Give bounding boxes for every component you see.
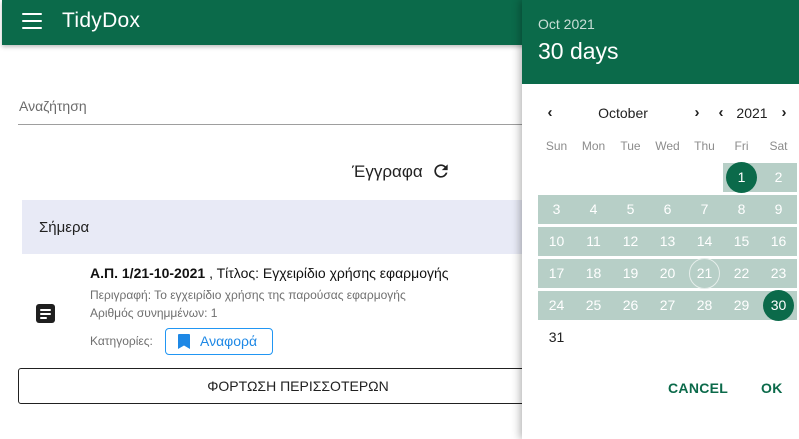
load-more-button[interactable]: ΦΟΡΤΩΣΗ ΠΕΡΙΣΣΟΤΕΡΩΝ [18,368,578,404]
ok-button[interactable]: OK [761,380,783,396]
document-attachments: Αριθμός συνημμένων: 1 [90,306,218,320]
month-label: October [598,105,648,121]
calendar-day[interactable]: 14 [688,227,721,256]
category-chip-label: Αναφορά [200,333,258,349]
documents-title: Έγγραφα [352,162,423,181]
calendar-day[interactable]: 29 [725,291,758,320]
next-month-icon[interactable]: › [691,104,703,121]
bookmark-icon [178,334,190,349]
calendar-day[interactable]: 6 [651,195,684,224]
document-description: Περιγραφή: Το εγχειρίδιο χρήσης της παρο… [90,288,406,302]
calendar-day[interactable]: 7 [688,195,721,224]
category-chip[interactable]: Αναφορά [165,328,273,355]
weekday-label: Thu [694,139,715,153]
calendar-day[interactable]: 2 [762,163,795,192]
weekday-label: Wed [655,139,680,153]
search-underline [18,124,578,125]
range-start-day[interactable]: 1 [726,162,757,193]
calendar-day[interactable]: 31 [540,323,573,352]
calendar-day[interactable]: 27 [651,291,684,320]
calendar-day[interactable]: 15 [725,227,758,256]
calendar-day[interactable]: 4 [577,195,610,224]
calendar-day[interactable]: 10 [540,227,573,256]
weekday-label: Mon [581,139,606,153]
document-title[interactable]: Α.Π. 1/21-10-2021 , Τίτλος: Εγχειρίδιο χ… [90,265,449,281]
date-picker: Oct 2021 30 days ‹ October › ‹ 2021 › Su… [522,0,799,439]
calendar-day[interactable]: 22 [725,259,758,288]
calendar-day[interactable]: 18 [577,259,610,288]
section-today: Σήμερα [22,200,582,254]
app-title: TidyDox [62,9,141,32]
calendar-day[interactable]: 5 [614,195,647,224]
weekday-label: Fri [734,139,749,153]
year-label: 2021 [736,105,768,121]
weekday-label: Sun [545,139,568,153]
prev-month-icon[interactable]: ‹ [544,104,556,121]
weekday-label: Tue [620,139,641,153]
calendar-day[interactable]: 24 [540,291,573,320]
document-title-text: , Τίτλος: Εγχειρίδιο χρήσης εφαρμογής [205,265,449,281]
load-more-label: ΦΟΡΤΩΣΗ ΠΕΡΙΣΣΟΤΕΡΩΝ [207,378,389,394]
prev-year-icon[interactable]: ‹ [715,104,727,121]
document-icon [36,304,55,323]
calendar-day[interactable]: 20 [651,259,684,288]
weekday-label: Sat [769,139,788,153]
document-categories-label: Κατηγορίες: [90,334,153,348]
calendar-day[interactable]: 28 [688,291,721,320]
calendar-day[interactable]: 12 [614,227,647,256]
calendar-day[interactable]: 13 [651,227,684,256]
calendar-day[interactable]: 26 [614,291,647,320]
calendar-day[interactable]: 25 [577,291,610,320]
date-picker-header: Oct 2021 30 days [522,0,799,84]
range-end-day[interactable]: 30 [763,290,794,321]
document-id: Α.Π. 1/21-10-2021 [90,265,206,281]
search-input[interactable]: Αναζήτηση [19,98,87,114]
calendar-day[interactable]: 23 [762,259,795,288]
calendar-day[interactable]: 11 [577,227,610,256]
calendar-day[interactable]: 16 [762,227,795,256]
calendar-day[interactable]: 3 [540,195,573,224]
app-root: TidyDox Αναζήτηση Έγγραφα Σήμερα Α.Π. 1/… [0,0,799,439]
menu-icon[interactable] [22,12,42,30]
calendar-day[interactable]: 19 [614,259,647,288]
date-picker-title: 30 days [538,38,619,64]
refresh-icon[interactable] [431,161,451,181]
calendar-day[interactable]: 8 [725,195,758,224]
calendar-day[interactable]: 17 [540,259,573,288]
calendar-day[interactable]: 21 [688,259,721,288]
date-picker-subtitle: Oct 2021 [538,16,595,32]
cancel-button[interactable]: CANCEL [668,380,728,396]
next-year-icon[interactable]: › [778,104,790,121]
section-today-label: Σήμερα [39,219,90,236]
calendar-day[interactable]: 9 [762,195,795,224]
